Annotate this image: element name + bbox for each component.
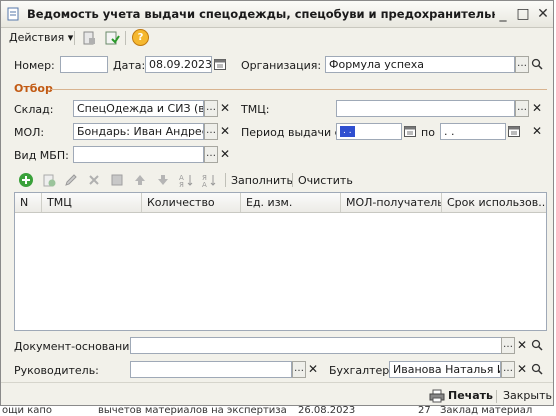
toolbar-divider <box>225 173 226 187</box>
search-icon[interactable] <box>531 363 543 376</box>
bg-text-3: 26.08.2023 <box>298 405 356 416</box>
calendar-icon[interactable] <box>404 125 416 137</box>
accountant-field[interactable]: Иванова Наталья Ие <box>389 361 501 378</box>
search-icon[interactable] <box>531 58 543 71</box>
printer-icon <box>429 389 445 403</box>
column-header-recipient[interactable]: МОЛ-получатель <box>341 193 442 212</box>
basis-select-button[interactable]: … <box>501 337 515 354</box>
toolbar-divider <box>292 173 293 187</box>
edit-row-icon[interactable] <box>63 172 79 188</box>
column-header-quantity[interactable]: Количество <box>142 193 241 212</box>
mbp-type-select-button[interactable]: … <box>204 146 218 163</box>
head-label: Руководитель: <box>14 364 99 377</box>
mol-select-button[interactable]: … <box>204 123 218 140</box>
period-to-field[interactable]: . . <box>440 123 506 140</box>
move-down-icon[interactable] <box>155 172 171 188</box>
column-header-usage-term[interactable]: Срок использов... <box>442 193 546 212</box>
period-clear-icon[interactable]: ✕ <box>531 123 543 140</box>
delete-row-icon[interactable] <box>86 172 102 188</box>
save-document-icon[interactable] <box>104 30 120 46</box>
minimize-button[interactable]: _ <box>495 6 511 22</box>
mbp-type-field[interactable] <box>73 146 204 163</box>
accountant-clear-icon[interactable]: ✕ <box>516 361 528 378</box>
print-label: Печать <box>448 389 493 402</box>
head-select-button[interactable]: … <box>292 361 306 378</box>
window-title: Ведомость учета выдачи спецодежды, спецо… <box>27 7 495 21</box>
end-edit-icon[interactable] <box>109 172 125 188</box>
tmc-select-button[interactable]: … <box>515 100 529 117</box>
actions-menu[interactable]: Действия ▾ <box>9 29 73 47</box>
basis-document-field[interactable] <box>130 337 515 354</box>
table-header: N ТМЦ Количество Ед. изм. МОЛ-получатель… <box>15 193 546 213</box>
footer-divider <box>1 382 553 383</box>
copy-row-icon[interactable] <box>41 172 57 188</box>
period-from-field[interactable]: . . <box>336 123 402 140</box>
basis-clear-icon[interactable]: ✕ <box>516 337 528 354</box>
period-to-label: по <box>421 126 435 139</box>
organization-select-button[interactable]: … <box>515 56 529 73</box>
calendar-icon[interactable] <box>508 125 520 137</box>
clear-button[interactable]: Очистить <box>298 174 353 187</box>
move-up-icon[interactable] <box>132 172 148 188</box>
warehouse-field[interactable]: СпецОдежда и СИЗ (в эк <box>73 100 204 117</box>
toolbar: Действия ▾ ? <box>1 27 553 49</box>
post-document-icon[interactable] <box>81 30 97 46</box>
accountant-label: Бухгалтер: <box>329 364 393 377</box>
actions-label: Действия <box>9 31 65 44</box>
svg-text:Я: Я <box>179 181 184 188</box>
document-window: Ведомость учета выдачи спецодежды, спецо… <box>0 0 554 406</box>
bg-text-5: Заклад материал <box>440 405 533 416</box>
mol-clear-icon[interactable]: ✕ <box>219 123 231 140</box>
tmc-label: ТМЦ: <box>241 103 270 116</box>
accountant-select-button[interactable]: … <box>501 361 515 378</box>
warehouse-label: Склад: <box>14 103 54 116</box>
document-icon <box>7 7 19 21</box>
number-field[interactable] <box>60 56 108 73</box>
items-table[interactable]: N ТМЦ Количество Ед. изм. МОЛ-получатель… <box>14 192 547 331</box>
calendar-icon[interactable] <box>214 58 226 70</box>
organization-field[interactable]: Формула успеха <box>325 56 515 73</box>
bg-text-4: 27 <box>418 405 431 416</box>
warehouse-clear-icon[interactable]: ✕ <box>219 100 231 117</box>
filter-section-title: Отбор <box>14 82 53 95</box>
sort-descending-icon[interactable]: ЯA <box>201 172 217 188</box>
column-header-unit[interactable]: Ед. изм. <box>241 193 341 212</box>
close-button[interactable]: Закрыть <box>503 389 552 402</box>
bg-text-2: вычетов материалов на экспертиза <box>98 405 287 416</box>
tmc-clear-icon[interactable]: ✕ <box>531 100 543 117</box>
section-divider <box>51 89 547 90</box>
toolbar-divider <box>74 31 75 45</box>
fill-button[interactable]: Заполнить <box>231 174 293 187</box>
basis-document-label: Документ-основание: <box>14 340 140 353</box>
tmc-field[interactable] <box>336 100 515 117</box>
title-bar[interactable]: Ведомость учета выдачи спецодежды, спецо… <box>1 1 553 28</box>
mbp-type-clear-icon[interactable]: ✕ <box>219 146 231 163</box>
mol-field[interactable]: Бондарь: Иван Андреевич <box>73 123 204 140</box>
maximize-button[interactable]: □ <box>515 6 531 22</box>
mol-label: МОЛ: <box>14 126 45 139</box>
bg-text-1: ощи капо <box>2 405 53 416</box>
date-label: Дата: <box>113 59 146 72</box>
svg-text:A: A <box>202 181 207 188</box>
number-label: Номер: <box>14 59 55 72</box>
close-window-button[interactable]: ✕ <box>535 6 551 22</box>
period-from-selection: . . <box>340 126 355 137</box>
chevron-down-icon: ▾ <box>67 31 74 44</box>
search-icon[interactable] <box>531 339 543 352</box>
period-from-label: Период выдачи с <box>241 126 341 139</box>
head-field[interactable] <box>130 361 292 378</box>
organization-label: Организация: <box>241 59 322 72</box>
mbp-type-label: Вид МБП: <box>14 149 69 162</box>
toolbar-divider <box>125 31 126 45</box>
help-icon[interactable]: ? <box>132 29 149 46</box>
head-clear-icon[interactable]: ✕ <box>307 361 319 378</box>
add-row-icon[interactable] <box>18 172 34 188</box>
sort-ascending-icon[interactable]: AЯ <box>178 172 194 188</box>
column-header-n[interactable]: N <box>15 193 42 212</box>
toolbar-divider <box>496 390 497 403</box>
warehouse-select-button[interactable]: … <box>204 100 218 117</box>
column-header-tmc[interactable]: ТМЦ <box>42 193 142 212</box>
date-field[interactable]: 08.09.2023 <box>145 56 212 73</box>
